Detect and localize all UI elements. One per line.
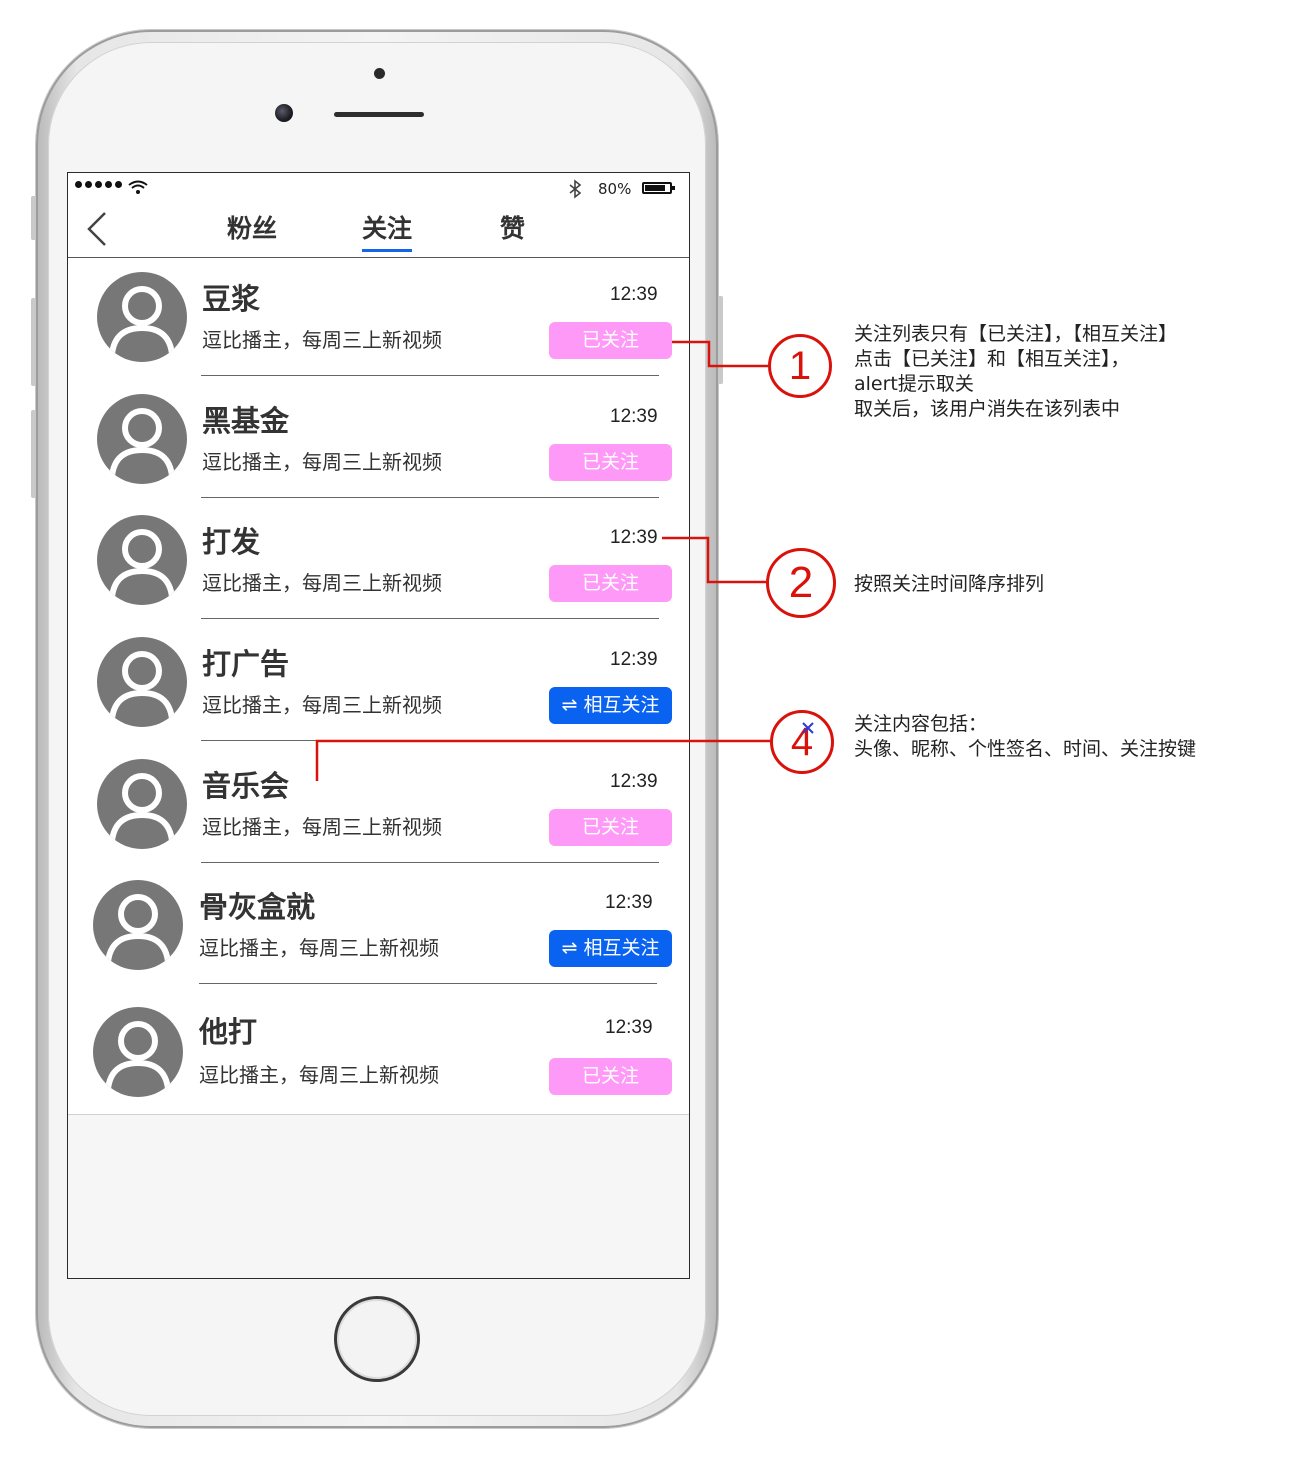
followed-button[interactable]: 已关注 xyxy=(549,565,672,602)
divider xyxy=(201,862,659,863)
volume-up-button xyxy=(31,298,36,386)
followed-button[interactable]: 已关注 xyxy=(549,444,672,481)
nav-bar: 粉丝 关注 赞 xyxy=(68,203,689,258)
avatar[interactable] xyxy=(97,515,187,605)
follow-time: 12:39 xyxy=(605,892,653,913)
divider xyxy=(201,618,659,619)
follow-time: 12:39 xyxy=(610,406,658,427)
nickname: 他打 xyxy=(199,1015,258,1049)
power-button xyxy=(718,296,723,384)
signature: 逗比播主，每周三上新视频 xyxy=(199,936,439,960)
avatar[interactable] xyxy=(93,880,183,970)
avatar[interactable] xyxy=(97,394,187,484)
annotation-note-2: 按照关注时间降序排列 xyxy=(854,572,1044,597)
annotation-note-1: 关注列表只有【已关注】，【相互关注】 点击【已关注】和【相互关注】， alert… xyxy=(854,322,1177,422)
signature: 逗比播主，每周三上新视频 xyxy=(202,815,442,839)
battery-icon xyxy=(642,182,675,194)
signature: 逗比播主，每周三上新视频 xyxy=(199,1063,439,1087)
phone-screen: 80% 粉丝 关注 赞 豆浆 逗比播主，每周三上新视频 12:39 已关注 黑基… xyxy=(67,172,690,1279)
note-line: 关注内容包括： xyxy=(854,713,988,735)
tab-following[interactable]: 关注 xyxy=(362,209,413,252)
annotation-note-4: 关注内容包括： 头像、昵称、个性签名、时间、关注按键 xyxy=(854,712,1196,762)
home-button[interactable] xyxy=(334,1296,420,1382)
nickname: 音乐会 xyxy=(202,769,290,803)
volume-down-button xyxy=(31,410,36,498)
front-camera-icon xyxy=(275,104,293,122)
list-item[interactable]: 黑基金 逗比播主，每周三上新视频 12:39 已关注 xyxy=(68,380,689,502)
follow-time: 12:39 xyxy=(610,771,658,792)
close-icon xyxy=(802,722,814,734)
nickname: 打广告 xyxy=(202,647,290,681)
signature: 逗比播主，每周三上新视频 xyxy=(202,693,442,717)
battery-percentage: 80% xyxy=(598,180,632,198)
nickname: 打发 xyxy=(202,525,261,559)
list-item[interactable]: 打发 逗比播主，每周三上新视频 12:39 已关注 xyxy=(68,501,689,623)
status-bar: 80% xyxy=(68,173,689,203)
divider xyxy=(199,983,657,984)
follow-time: 12:39 xyxy=(610,649,658,670)
avatar[interactable] xyxy=(97,759,187,849)
list-item[interactable]: 豆浆 逗比播主，每周三上新视频 12:39 已关注 xyxy=(68,258,689,380)
note-line: 取关后，该用户消失在该列表中 xyxy=(854,398,1121,420)
list-item[interactable]: 音乐会 逗比播主，每周三上新视频 12:39 已关注 xyxy=(68,745,689,867)
proximity-sensor xyxy=(374,68,385,79)
wifi-icon xyxy=(128,180,148,194)
signal-dots-icon xyxy=(75,181,122,188)
follow-time: 12:39 xyxy=(610,527,658,548)
avatar[interactable] xyxy=(97,637,187,727)
divider xyxy=(201,740,659,741)
nickname: 骨灰盒就 xyxy=(199,890,316,924)
signature: 逗比播主，每周三上新视频 xyxy=(202,450,442,474)
earpiece-speaker xyxy=(334,112,424,117)
avatar[interactable] xyxy=(97,272,187,362)
list-item[interactable]: 骨灰盒就 逗比播主，每周三上新视频 12:39 ⇌ 相互关注 xyxy=(68,866,689,988)
avatar[interactable] xyxy=(93,1007,183,1097)
signature: 逗比播主，每周三上新视频 xyxy=(202,571,442,595)
note-line: 按照关注时间降序排列 xyxy=(854,573,1045,595)
list-item[interactable]: 他打 逗比播主，每周三上新视频 12:39 已关注 xyxy=(68,989,689,1111)
annotation-marker-1: 1 xyxy=(768,334,832,398)
followed-button[interactable]: 已关注 xyxy=(549,322,672,359)
mutual-follow-button[interactable]: ⇌ 相互关注 xyxy=(549,930,672,967)
list-item[interactable]: 打广告 逗比播主，每周三上新视频 12:39 ⇌ 相互关注 xyxy=(68,623,689,745)
followed-button[interactable]: 已关注 xyxy=(549,809,672,846)
tab-fans[interactable]: 粉丝 xyxy=(227,209,277,249)
divider xyxy=(201,375,659,376)
following-list: 豆浆 逗比播主，每周三上新视频 12:39 已关注 黑基金 逗比播主，每周三上新… xyxy=(68,258,689,1115)
back-chevron-icon[interactable] xyxy=(85,211,109,247)
note-line: 点击【已关注】和【相互关注】， xyxy=(854,348,1130,370)
tab-likes[interactable]: 赞 xyxy=(500,209,525,249)
bluetooth-icon xyxy=(569,179,582,199)
followed-button[interactable]: 已关注 xyxy=(549,1058,672,1095)
mute-switch xyxy=(31,196,36,240)
nickname: 豆浆 xyxy=(202,282,261,316)
note-line: 头像、昵称、个性签名、时间、关注按键 xyxy=(854,738,1197,760)
nickname: 黑基金 xyxy=(202,404,290,438)
annotation-marker-4: 4 xyxy=(770,710,834,774)
note-line: 关注列表只有【已关注】，【相互关注】 xyxy=(854,323,1178,345)
mutual-follow-button[interactable]: ⇌ 相互关注 xyxy=(549,687,672,724)
divider xyxy=(201,497,659,498)
follow-time: 12:39 xyxy=(610,284,658,305)
signature: 逗比播主，每周三上新视频 xyxy=(202,328,442,352)
annotation-marker-2: 2 xyxy=(766,548,836,618)
note-line: alert提示取关 xyxy=(854,373,974,395)
follow-time: 12:39 xyxy=(605,1017,653,1038)
